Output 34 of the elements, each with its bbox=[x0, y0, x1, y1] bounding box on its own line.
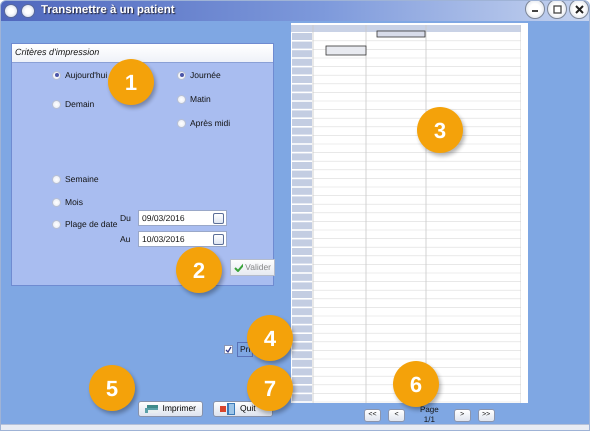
print-option-checkbox[interactable] bbox=[224, 344, 233, 354]
exit-door-icon bbox=[220, 402, 236, 415]
radio-label[interactable]: Plage de date bbox=[65, 218, 118, 230]
step-number-badge: 5 bbox=[89, 365, 135, 411]
radio-button[interactable] bbox=[52, 174, 61, 184]
radio-button[interactable] bbox=[177, 70, 186, 80]
radio-button[interactable] bbox=[52, 70, 61, 80]
date-label: Au bbox=[120, 232, 132, 246]
printer-icon bbox=[145, 404, 158, 414]
radio-button[interactable] bbox=[52, 198, 61, 206]
date-field[interactable]: 09/03/2016 bbox=[138, 210, 227, 226]
radio-button[interactable] bbox=[177, 118, 186, 128]
print-button[interactable]: Imprimer bbox=[138, 400, 203, 417]
window-title: Transmettre à un patient bbox=[41, 3, 175, 18]
radio-label[interactable]: Semaine bbox=[65, 172, 99, 186]
page-label: Page bbox=[420, 405, 439, 415]
radio-label[interactable]: Après midi bbox=[190, 116, 230, 130]
check-icon bbox=[234, 263, 244, 272]
radio-label[interactable]: Matin bbox=[190, 92, 211, 106]
radio-button[interactable] bbox=[52, 100, 61, 108]
calendar-button[interactable] bbox=[213, 212, 224, 224]
calendar-button[interactable] bbox=[213, 234, 224, 244]
radio-button[interactable] bbox=[52, 220, 61, 228]
radio-label[interactable]: Aujourd'hui bbox=[65, 68, 108, 82]
close-icon bbox=[574, 4, 584, 14]
page-number: 1/1 bbox=[424, 415, 435, 425]
radio-label[interactable]: Journée bbox=[190, 68, 221, 82]
radio-button[interactable] bbox=[177, 94, 186, 104]
panel-title: Critères d'impression bbox=[12, 44, 273, 62]
maximize-icon bbox=[552, 4, 562, 14]
date-label: Du bbox=[120, 212, 132, 224]
radio-label[interactable]: Demain bbox=[65, 98, 94, 110]
radio-label[interactable]: Mois bbox=[65, 196, 83, 208]
date-field[interactable]: 10/03/2016 bbox=[138, 231, 227, 247]
